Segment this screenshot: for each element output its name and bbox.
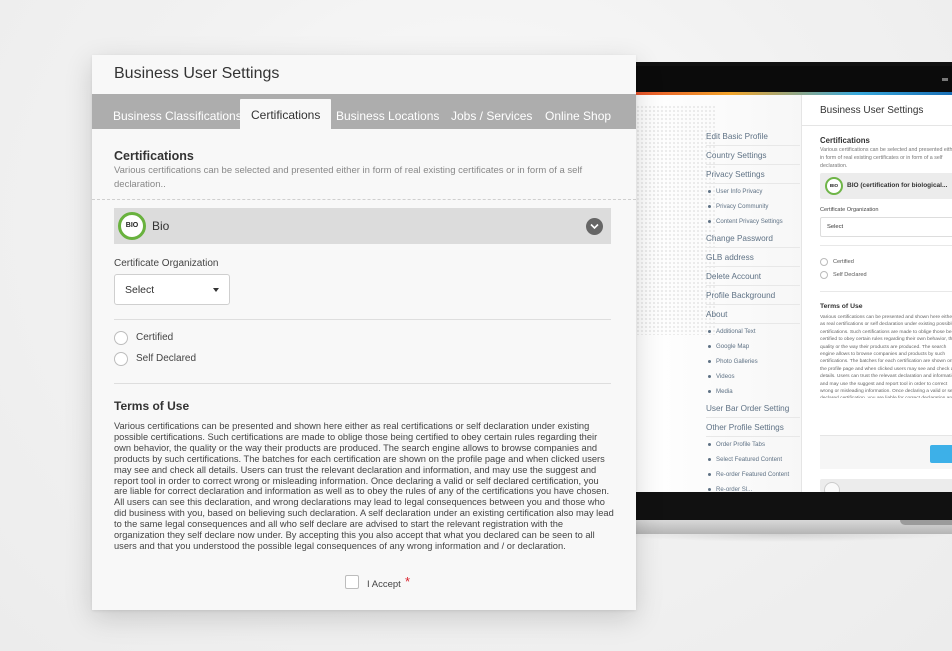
chevron-down-icon[interactable]: [586, 218, 603, 235]
laptop-screen: Edit Basic Profile Country Settings Privac…: [636, 95, 952, 492]
world-map-dots: [636, 105, 716, 335]
laptop-terms-heading: Terms of Use: [820, 303, 863, 310]
laptop-cert-heading: Certifications: [820, 136, 870, 145]
laptop-terms-text: Various certifications can be presented …: [820, 315, 952, 398]
section-divider: [114, 319, 611, 320]
radio-circle: [114, 331, 128, 345]
radio-label: Self Declared: [136, 353, 197, 364]
tab-online-shop[interactable]: Online Shop: [545, 94, 611, 129]
tab-certifications[interactable]: Certifications: [240, 99, 332, 129]
dashed-divider: [92, 199, 636, 200]
section-divider: [114, 383, 611, 384]
laptop-rule: [820, 245, 952, 246]
bio-badge-icon: BIO: [118, 212, 146, 240]
laptop-radio-self-declared[interactable]: Self Declared: [820, 271, 867, 279]
laptop-page-title: Business User Settings: [820, 105, 924, 116]
radio-label: Self Declared: [833, 272, 867, 278]
laptop-footer: [820, 435, 952, 469]
laptop-sidebar-item[interactable]: Change Password: [706, 229, 800, 248]
bio-certificate-label: Bio: [152, 219, 170, 233]
laptop-mockup: Edit Basic Profile Country Settings Privac…: [600, 62, 952, 542]
laptop-sidebar-subitem[interactable]: Privacy Community: [706, 199, 800, 214]
laptop-sidebar-item[interactable]: GLB address: [706, 248, 800, 267]
laptop-rule: [820, 291, 952, 292]
tab-business-locations[interactable]: Business Locations: [336, 94, 439, 129]
radio-label: Certified: [136, 332, 174, 343]
laptop-shadow: [610, 534, 952, 542]
laptop-sidebar-subitem[interactable]: Content Privacy Settings: [706, 214, 800, 229]
laptop-sidebar-nav: Edit Basic Profile Country Settings Privac…: [706, 127, 800, 492]
laptop-sidebar-item[interactable]: About: [706, 305, 800, 324]
laptop-sidebar-subitem[interactable]: Order Profile Tabs: [706, 437, 800, 452]
topbar-dot: [942, 78, 948, 81]
laptop-base: [600, 520, 952, 534]
accept-checkbox[interactable]: [345, 575, 359, 589]
laptop-sidebar-item[interactable]: Other Profile Settings: [706, 418, 800, 437]
required-marker: *: [405, 574, 411, 589]
laptop-cert-description: Various certifications can be selected a…: [820, 147, 952, 169]
laptop-sidebar-subitem[interactable]: Media: [706, 384, 800, 399]
laptop-sidebar-item[interactable]: Profile Background: [706, 286, 800, 305]
certifications-heading: Certifications: [114, 149, 194, 163]
laptop-radio-certified[interactable]: Certified: [820, 258, 854, 266]
radio-label: Certified: [833, 259, 854, 265]
tab-bar: Business Classifications Certifications …: [92, 94, 636, 129]
radio-circle: [820, 271, 828, 279]
certificate-organization-label: Certificate Organization: [114, 258, 219, 269]
laptop-next-item: [820, 479, 952, 492]
laptop-org-label: Certificate Organization: [820, 207, 879, 213]
certifications-description: Various certifications can be selected a…: [114, 165, 583, 190]
laptop-main: Business User Settings Certifications Va…: [802, 95, 952, 492]
laptop-sidebar-subitem[interactable]: Re-order Sl...: [706, 482, 800, 492]
laptop-sidebar-subitem[interactable]: Videos: [706, 369, 800, 384]
terms-heading: Terms of Use: [114, 399, 190, 413]
laptop-sidebar-subitem[interactable]: Photo Galleries: [706, 354, 800, 369]
radio-circle: [114, 352, 128, 366]
laptop-divider: [802, 125, 952, 126]
laptop-bio-badge: BIO: [825, 177, 843, 195]
laptop-bio-label: BIO (certification for biological...: [847, 182, 948, 189]
caret-down-icon: [213, 288, 219, 292]
tab-jobs-services[interactable]: Jobs / Services: [451, 94, 532, 129]
laptop-sidebar: Edit Basic Profile Country Settings Privac…: [636, 95, 802, 492]
laptop-sidebar-item[interactable]: Delete Account: [706, 267, 800, 286]
laptop-sidebar-subitem[interactable]: Google Map: [706, 339, 800, 354]
laptop-submit-button[interactable]: [930, 445, 952, 463]
laptop-sidebar-subitem[interactable]: Select Featured Content: [706, 452, 800, 467]
laptop-base-notch: [900, 520, 952, 525]
certificate-organization-select[interactable]: Select: [114, 274, 230, 305]
laptop-sidebar-subitem[interactable]: User Info Privacy: [706, 184, 800, 199]
laptop-sidebar-item[interactable]: Edit Basic Profile: [706, 127, 800, 146]
laptop-sidebar-item[interactable]: Country Settings: [706, 146, 800, 165]
bio-certificate-header[interactable]: BIO Bio: [114, 208, 611, 244]
tab-business-classifications[interactable]: Business Classifications: [113, 94, 242, 129]
terms-text: Various certifications can be presented …: [114, 421, 614, 551]
page-title: Business User Settings: [114, 65, 280, 82]
laptop-org-select[interactable]: Select: [820, 217, 952, 237]
laptop-sidebar-subitem[interactable]: Re-order Featured Content: [706, 467, 800, 482]
select-value: Select: [125, 284, 155, 296]
laptop-topbar: [636, 66, 952, 94]
accept-label: I Accept: [367, 579, 401, 590]
laptop-bio-bar[interactable]: BIO BIO (certification for biological...: [820, 173, 952, 199]
radio-circle: [820, 258, 828, 266]
laptop-sidebar-item[interactable]: Privacy Settings: [706, 165, 800, 184]
business-settings-panel: Business User Settings Business Classifi…: [92, 55, 636, 610]
laptop-sidebar-subitem[interactable]: Additional Text: [706, 324, 800, 339]
laptop-sidebar-item[interactable]: User Bar Order Setting: [706, 399, 800, 418]
